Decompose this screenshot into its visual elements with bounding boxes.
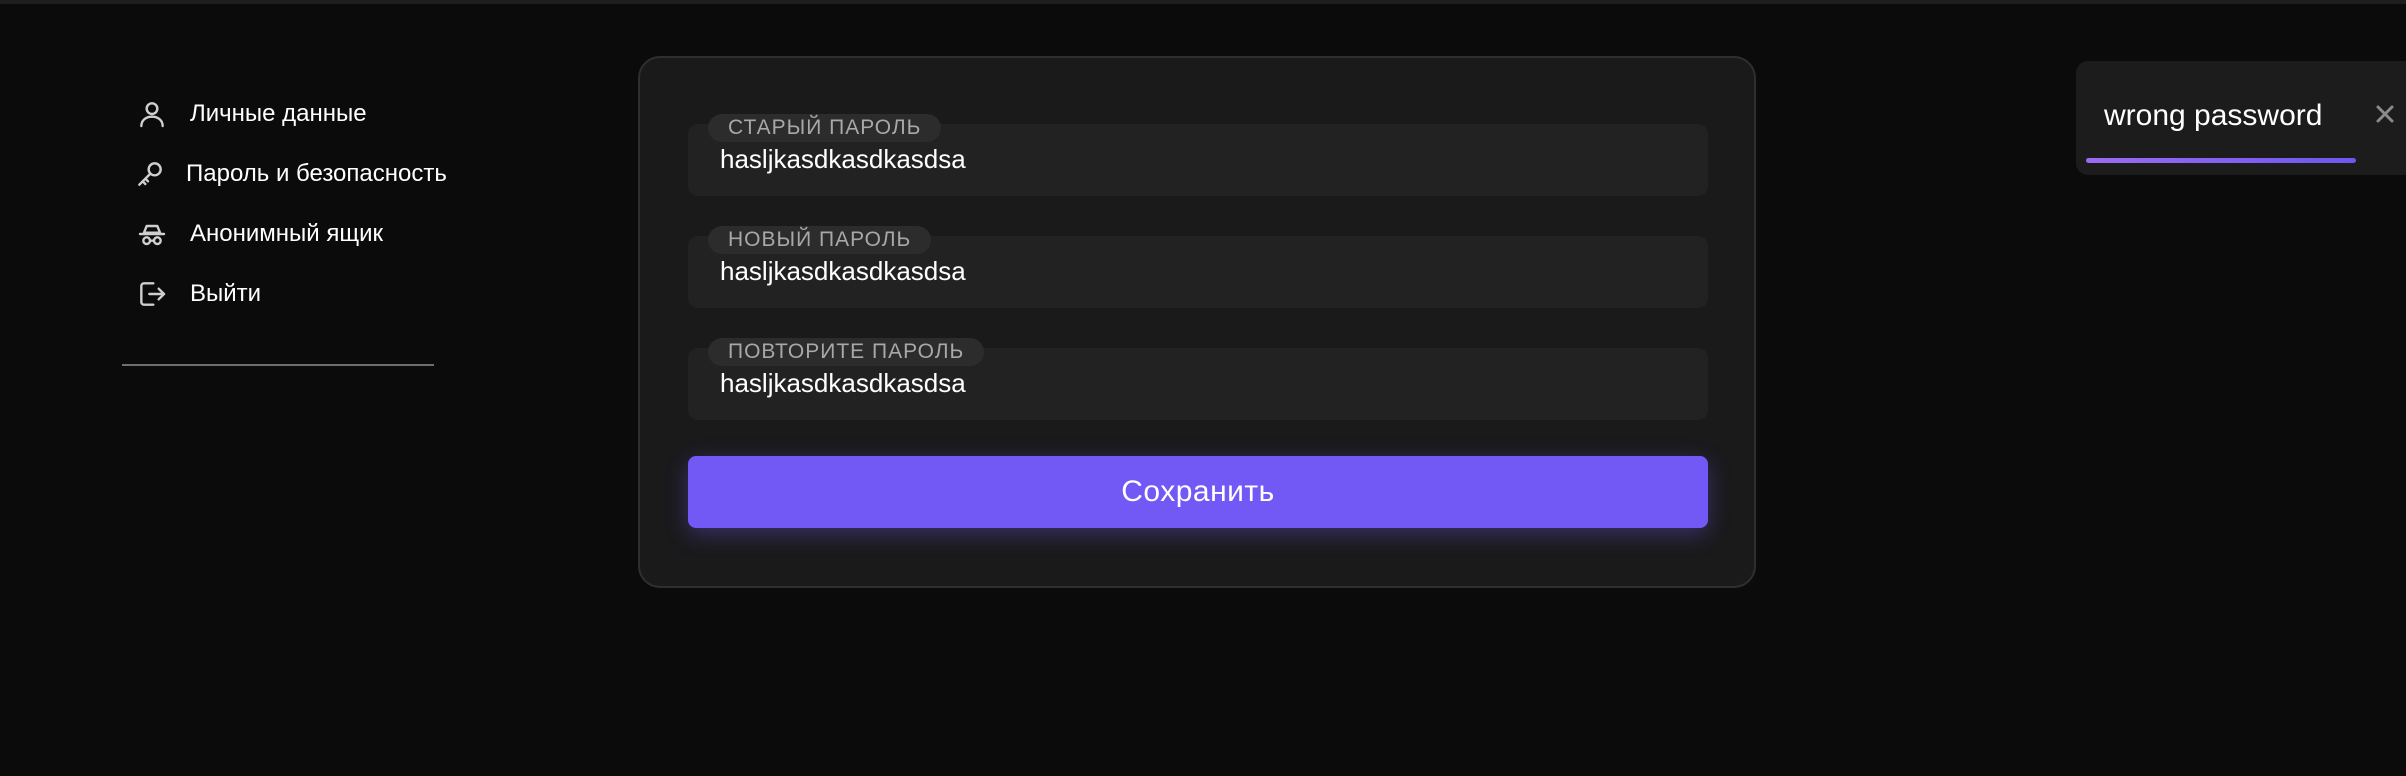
sidebar-divider <box>122 364 434 366</box>
sidebar-item-label: Пароль и безопасность <box>186 160 447 187</box>
close-icon[interactable] <box>2370 99 2400 129</box>
toast-message: wrong password <box>2104 99 2323 132</box>
old-password-label: СТАРЫЙ ПАРОЛЬ <box>708 114 942 142</box>
sidebar-item-anonymous-box[interactable]: Анонимный ящик <box>122 204 436 264</box>
settings-sidebar: Личные данные Пароль и безопасность Анон… <box>122 84 447 366</box>
sidebar-item-logout[interactable]: Выйти <box>122 264 436 324</box>
error-toast: wrong password <box>2076 61 2406 175</box>
repeat-password-field: ПОВТОРИТЕ ПАРОЛЬ <box>688 338 1708 420</box>
sidebar-item-label: Личные данные <box>190 100 367 127</box>
incognito-icon <box>134 216 170 252</box>
repeat-password-input[interactable] <box>720 366 1680 400</box>
repeat-password-label: ПОВТОРИТЕ ПАРОЛЬ <box>708 338 985 366</box>
user-icon <box>134 96 170 132</box>
settings-page: Личные данные Пароль и безопасность Анон… <box>0 0 2406 776</box>
new-password-field: НОВЫЙ ПАРОЛЬ <box>688 226 1708 308</box>
save-button[interactable]: Сохранить <box>688 456 1708 528</box>
sidebar-item-password-security[interactable]: Пароль и безопасность <box>122 144 447 204</box>
password-change-card: СТАРЫЙ ПАРОЛЬ НОВЫЙ ПАРОЛЬ ПОВТОРИТЕ ПАР… <box>638 56 1756 588</box>
sidebar-item-personal-data[interactable]: Личные данные <box>122 84 436 144</box>
new-password-input[interactable] <box>720 254 1680 288</box>
new-password-label: НОВЫЙ ПАРОЛЬ <box>708 226 932 254</box>
old-password-input[interactable] <box>720 142 1680 176</box>
logout-icon <box>134 276 170 312</box>
old-password-field: СТАРЫЙ ПАРОЛЬ <box>688 114 1708 196</box>
key-icon <box>134 156 166 192</box>
toast-progress-bar <box>2086 158 2356 163</box>
sidebar-item-label: Выйти <box>190 280 262 307</box>
sidebar-item-label: Анонимный ящик <box>190 220 383 247</box>
